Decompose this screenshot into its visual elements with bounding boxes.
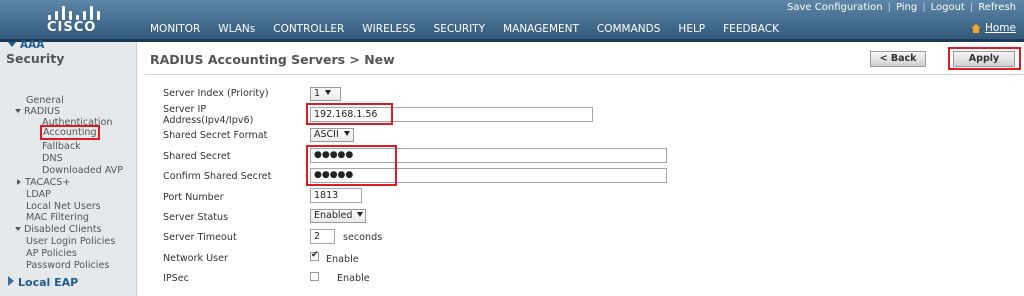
select-value: ASCII xyxy=(314,129,339,140)
expand-icon xyxy=(8,42,16,47)
nav-wlans[interactable]: WLANs xyxy=(218,23,255,39)
collapse-icon xyxy=(8,276,14,286)
nav-commands[interactable]: COMMANDS xyxy=(597,23,661,39)
save-configuration-link[interactable]: Save Configuration xyxy=(782,2,888,13)
ipsec-checkbox[interactable] xyxy=(310,272,319,281)
server-status-label: Server Status xyxy=(163,212,229,223)
nav-monitor[interactable]: MONITOR xyxy=(150,23,200,39)
expand-icon xyxy=(15,109,21,113)
chevron-down-icon xyxy=(357,212,364,217)
sidebar-item-tacacs[interactable]: TACACS+ xyxy=(17,177,70,188)
port-number-input[interactable]: 1813 xyxy=(310,188,362,203)
sidebar-item-disabled-clients[interactable]: Disabled Clients xyxy=(15,224,102,235)
top-header: CISCO MONITOR WLANs CONTROLLER WIRELESS … xyxy=(0,0,1024,42)
apply-button[interactable]: Apply xyxy=(953,51,1015,67)
home-label: Home xyxy=(984,22,1016,34)
chevron-down-icon xyxy=(325,90,332,95)
server-timeout-label: Server Timeout xyxy=(163,232,237,243)
label-line-2: Address(Ipv4/Ipv6) xyxy=(163,115,254,126)
back-button[interactable]: < Back xyxy=(870,51,926,67)
confirm-secret-label: Confirm Shared Secret xyxy=(163,171,272,182)
sidebar-item-label: Local EAP xyxy=(18,276,79,289)
sidebar-item-fallback[interactable]: Fallback xyxy=(42,141,81,152)
server-ip-label: Server IP Address(Ipv4/Ipv6) xyxy=(163,104,253,126)
network-user-label: Network User xyxy=(163,253,228,264)
sidebar-title: Security xyxy=(6,51,65,66)
sidebar-item-local-net-users[interactable]: Local Net Users xyxy=(26,201,101,212)
sidebar-item-label: Disabled Clients xyxy=(24,224,102,235)
chevron-down-icon xyxy=(343,131,350,136)
secret-format-label: Shared Secret Format xyxy=(163,130,268,141)
label-line-1: Server IP xyxy=(163,104,207,115)
secret-highlight xyxy=(306,145,397,186)
sidebar-item-downloaded-avp[interactable]: Downloaded AVP xyxy=(42,165,123,176)
sidebar-item-aaa[interactable]: AAA xyxy=(8,39,44,51)
select-value: Enabled xyxy=(314,210,353,221)
server-status-select[interactable]: Enabled xyxy=(310,209,366,223)
nav-controller[interactable]: CONTROLLER xyxy=(273,23,344,39)
refresh-link[interactable]: Refresh xyxy=(973,2,1016,13)
sidebar-item-accounting[interactable]: Accounting xyxy=(40,125,100,140)
sidebar-item-ap-policies[interactable]: AP Policies xyxy=(26,248,77,259)
home-link[interactable]: Home xyxy=(970,22,1016,34)
sidebar-item-general[interactable]: General xyxy=(26,95,64,106)
nav-wireless[interactable]: WIRELESS xyxy=(362,23,415,39)
sidebar-item-label: TACACS+ xyxy=(25,177,71,188)
network-user-checkbox[interactable] xyxy=(310,250,319,261)
sidebar-item-password-policies[interactable]: Password Policies xyxy=(26,260,109,271)
sidebar-item-label: AAA xyxy=(20,39,45,51)
cisco-logo: CISCO xyxy=(46,6,106,36)
ping-link[interactable]: Ping xyxy=(891,2,922,13)
utility-links: Save Configuration | Ping | Logout | Ref… xyxy=(782,2,1016,13)
logout-link[interactable]: Logout xyxy=(926,2,970,13)
nav-management[interactable]: MANAGEMENT xyxy=(503,23,579,39)
sidebar-item-local-eap[interactable]: Local EAP xyxy=(8,276,78,289)
ipsec-enable-label: Enable xyxy=(337,273,370,284)
sidebar-item-label: RADIUS xyxy=(24,106,61,117)
nav-feedback[interactable]: FEEDBACK xyxy=(723,23,779,39)
server-timeout-input[interactable]: 2 xyxy=(310,229,335,244)
shared-secret-label: Shared Secret xyxy=(163,151,231,162)
nav-help[interactable]: HELP xyxy=(678,23,705,39)
sidebar-item-dns[interactable]: DNS xyxy=(42,153,63,164)
sidebar-item-mac-filtering[interactable]: MAC Filtering xyxy=(26,212,89,223)
secret-format-select[interactable]: ASCII xyxy=(310,128,354,142)
network-user-enable-label: Enable xyxy=(326,254,359,265)
home-icon xyxy=(970,23,981,33)
sidebar-item-ldap[interactable]: LDAP xyxy=(26,189,51,200)
expand-icon xyxy=(15,227,21,231)
sidebar-item-label: Accounting xyxy=(40,125,100,140)
server-index-label: Server Index (Priority) xyxy=(163,88,269,99)
sidebar-item-user-login-policies[interactable]: User Login Policies xyxy=(26,236,115,247)
cisco-bars-icon xyxy=(46,6,104,20)
ip-highlight xyxy=(306,103,393,125)
timeout-unit: seconds xyxy=(343,232,383,243)
divider xyxy=(145,74,1024,75)
ipsec-label: IPSec xyxy=(163,273,189,284)
sidebar-item-radius[interactable]: RADIUS xyxy=(15,106,60,117)
port-number-label: Port Number xyxy=(163,192,224,203)
nav-security[interactable]: SECURITY xyxy=(431,23,487,42)
main-nav: MONITOR WLANs CONTROLLER WIRELESS SECURI… xyxy=(150,23,797,42)
server-index-select[interactable]: 1 xyxy=(310,87,341,101)
collapse-icon xyxy=(17,179,21,185)
logo-text: CISCO xyxy=(47,20,97,35)
select-value: 1 xyxy=(314,88,321,99)
page-title: RADIUS Accounting Servers > New xyxy=(150,52,395,67)
